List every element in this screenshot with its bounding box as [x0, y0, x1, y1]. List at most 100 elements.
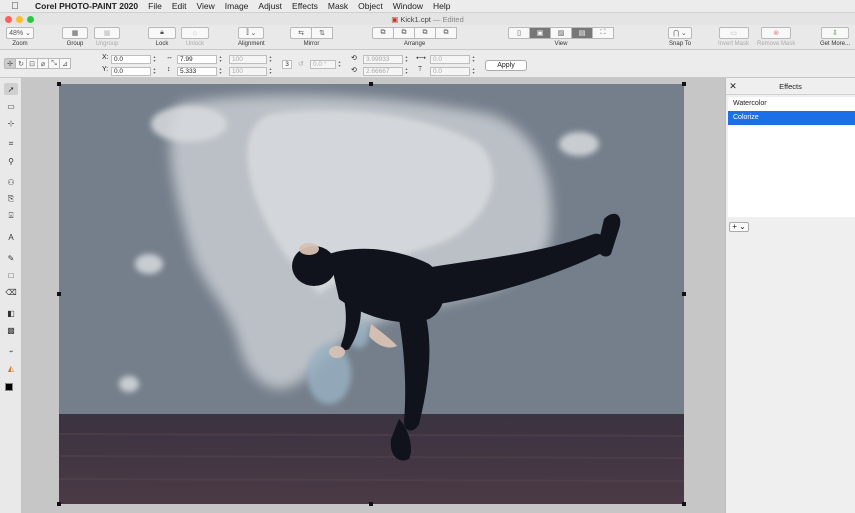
mirror-horizontal-button[interactable]: ⇆ — [290, 27, 312, 39]
skew-vertical-input[interactable]: 0.0 — [430, 67, 470, 76]
back-one-icon: ⧉ — [422, 29, 428, 36]
height-input[interactable]: 5.333 — [177, 67, 217, 76]
view-enhanced-button[interactable]: ▨ — [550, 27, 572, 39]
view-wireframe-icon: ▯ — [517, 30, 521, 37]
view-fullscreen-button[interactable]: ⛶ — [592, 27, 614, 39]
back-one-button[interactable]: ⧉ — [414, 27, 436, 39]
eyedropper-tool-icon[interactable]: ⍆ — [4, 345, 18, 357]
view-normal-button[interactable]: ▣ — [529, 27, 551, 39]
document-image[interactable] — [59, 84, 684, 504]
zoom-dropdown[interactable]: 48% ⌄ — [6, 27, 34, 39]
scale-width-input[interactable]: 100 — [229, 55, 267, 64]
to-back-button[interactable]: ⧉ — [435, 27, 457, 39]
center-y-input[interactable]: 2.66667 — [363, 67, 403, 76]
forward-one-button[interactable]: ⧉ — [393, 27, 415, 39]
menu-mask[interactable]: Mask — [323, 0, 353, 13]
red-eye-tool-icon[interactable]: ⚇ — [4, 176, 18, 188]
unlock-group: ⌂ Unlock — [181, 27, 209, 47]
resize-handle-bottom-right[interactable] — [682, 502, 686, 506]
close-icon[interactable]: ✕ — [726, 81, 740, 92]
scale-height-input[interactable]: 100 — [229, 67, 267, 76]
menu-image[interactable]: Image — [220, 0, 254, 13]
skew-horizontal-input[interactable]: 0.0 — [430, 55, 470, 64]
rectangle-tool-icon[interactable]: □ — [4, 269, 18, 281]
clone-tool-icon[interactable]: ⎘ — [4, 193, 18, 205]
y-stepper[interactable]: ▴ ▾ — [152, 67, 157, 76]
fill-tool-icon[interactable]: ◭ — [4, 362, 18, 374]
alignment-group: ⫿ ⌄ Alignment — [238, 27, 265, 47]
center-x-stepper[interactable]: ▴ ▾ — [404, 55, 409, 64]
invert-mask-button[interactable]: ▭ — [718, 27, 749, 39]
apple-icon[interactable]:  — [0, 1, 30, 12]
paint-tool-icon[interactable]: ✎ — [4, 252, 18, 264]
rectangle-mask-icon[interactable]: ▭ — [4, 100, 18, 112]
perspective-mode-button[interactable]: ⊿ — [59, 58, 71, 69]
menu-effects[interactable]: Effects — [287, 0, 323, 13]
menu-window[interactable]: Window — [388, 0, 428, 13]
skew-vertical-stepper[interactable]: ▴ ▾ — [471, 67, 476, 76]
menu-adjust[interactable]: Adjust — [253, 0, 287, 13]
x-stepper[interactable]: ▴ ▾ — [152, 55, 157, 64]
mask-transform-icon[interactable]: ⊹ — [4, 117, 18, 129]
to-front-button[interactable]: ⧉ — [372, 27, 394, 39]
resize-handle-right[interactable] — [682, 292, 686, 296]
resize-handle-top-left[interactable] — [57, 82, 61, 86]
resize-handle-bottom[interactable] — [369, 502, 373, 506]
rotation-angle-input[interactable]: 0.0 ° — [310, 60, 336, 69]
interactive-fill-icon[interactable]: ▩ — [4, 324, 18, 336]
center-x-input[interactable]: 3.99933 — [363, 55, 403, 64]
y-position-input[interactable]: 0.0 — [111, 67, 151, 76]
scale-height-stepper[interactable]: ▴ ▾ — [268, 67, 273, 76]
resize-handle-bottom-left[interactable] — [57, 502, 61, 506]
menu-file[interactable]: File — [143, 0, 167, 13]
effects-header: ✕ Effects — [726, 78, 855, 95]
apply-button[interactable]: Apply — [485, 60, 527, 71]
get-more-label: Get More... — [820, 41, 851, 47]
app-menu[interactable]: Corel PHOTO-PAINT 2020 — [30, 0, 143, 13]
resize-handle-left[interactable] — [57, 292, 61, 296]
alignment-dropdown[interactable]: ⫿ ⌄ — [238, 27, 265, 39]
width-input[interactable]: 7.99 — [177, 55, 217, 64]
remove-mask-button[interactable]: ⊗ — [761, 27, 792, 39]
height-stepper[interactable]: ▴ ▾ — [218, 67, 223, 76]
add-effect-button[interactable]: + ⌄ — [729, 222, 749, 232]
lock-button[interactable]: 🔒︎ — [148, 27, 176, 39]
view-wireframe-button[interactable]: ▯ — [508, 27, 530, 39]
center-y-stepper[interactable]: ▴ ▾ — [404, 67, 409, 76]
menu-help[interactable]: Help — [428, 0, 455, 13]
group-button[interactable]: ▦ — [62, 27, 88, 39]
eraser-tool-icon[interactable]: ⌫ — [4, 286, 18, 298]
crop-tool-icon[interactable]: ⌗ — [4, 138, 18, 150]
unlock-icon: ⌂ — [192, 29, 198, 37]
ungroup-button[interactable]: ▦ — [94, 27, 120, 39]
scale-width-stepper[interactable]: ▴ ▾ — [268, 55, 273, 64]
width-stepper[interactable]: ▴ ▾ — [218, 55, 223, 64]
remove-mask-label: Remove Mask — [757, 41, 796, 47]
effect-item-colorize[interactable]: Colorize — [728, 111, 855, 125]
text-tool-icon[interactable]: A — [4, 231, 18, 243]
main-toolbar: 48% ⌄ Zoom ▦ Group ▦ Ungroup 🔒︎ Lock ⌂ U… — [0, 25, 855, 50]
rotation-angle-stepper[interactable]: ▴ ▾ — [337, 60, 342, 69]
x-position-input[interactable]: 0.0 — [111, 55, 151, 64]
unlock-button[interactable]: ⌂ — [181, 27, 209, 39]
get-more-button[interactable]: ⇩ — [821, 27, 849, 39]
snap-to-dropdown[interactable]: ⋂ ⌄ — [668, 27, 692, 39]
menu-edit[interactable]: Edit — [167, 0, 192, 13]
resize-handle-top-right[interactable] — [682, 82, 686, 86]
menu-view[interactable]: View — [192, 0, 220, 13]
pick-tool-icon[interactable]: ➚ — [4, 83, 18, 95]
skew-horizontal-stepper[interactable]: ▴ ▾ — [471, 55, 476, 64]
effect-item-watercolor[interactable]: Watercolor — [728, 97, 855, 111]
menu-object[interactable]: Object — [353, 0, 388, 13]
zoom-tool-icon[interactable]: ⚲ — [4, 155, 18, 167]
center-y-icon: ⟲ — [351, 67, 357, 74]
object-transparency-icon[interactable]: ◧ — [4, 307, 18, 319]
proportional-lock-button[interactable]: 3 — [282, 60, 292, 69]
smear-tool-icon[interactable]: ⍓ — [4, 210, 18, 222]
mirror-vertical-button[interactable]: ⇅ — [311, 27, 333, 39]
foreground-color-swatch[interactable] — [5, 383, 13, 391]
resize-handle-top[interactable] — [369, 82, 373, 86]
lock-label: Lock — [155, 41, 169, 47]
toolbox: ➚ ▭ ⊹ ⌗ ⚲ ⚇ ⎘ ⍓ A ✎ □ ⌫ ◧ ▩ ⍆ ◭ — [0, 78, 22, 513]
view-pixel-button[interactable]: ▤ — [571, 27, 593, 39]
